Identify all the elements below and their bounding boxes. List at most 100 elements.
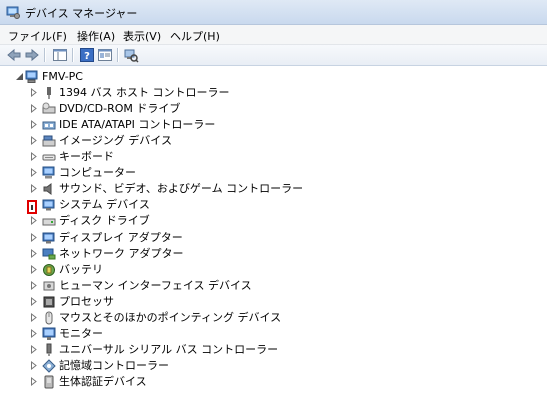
toolbar-separator [72,48,74,62]
expand-arrow-icon[interactable] [30,248,38,258]
back-arrow-icon[interactable] [6,47,22,63]
expand-arrow-icon[interactable] [30,344,38,354]
tree-node-label: サウンド、ビデオ、およびゲーム コントローラー [59,182,304,196]
tree-node-4[interactable]: イメージング デバイス [0,133,320,149]
tree-node-label: システム デバイス [59,198,150,212]
tree-node-6[interactable]: コンピューター [0,165,320,181]
tree-node-2[interactable]: DVD/CD-ROM ドライブ [0,101,320,117]
toolbar-separator [44,48,46,62]
tree-node-16[interactable]: モニター [0,326,320,342]
system-device-icon [42,198,56,212]
tree-node-label: IDE ATA/ATAPI コントローラー [59,118,216,132]
device-manager-window: デバイス マネージャー ファイル(F) 操作(A) 表示(V) ヘルプ(H) ? [0,0,547,400]
title-bar: デバイス マネージャー [0,0,547,25]
tree-node-label: ユニバーサル シリアル バス コントローラー [59,342,279,356]
expand-arrow-icon[interactable] [30,120,38,130]
tree-node-8[interactable]: システム デバイス [0,197,320,213]
battery-icon [42,263,56,277]
tree-node-9[interactable]: ディスク ドライブ [0,213,320,229]
firewire-icon [42,86,56,100]
tree-node-19[interactable]: 生体認証デバイス [0,374,320,390]
tree-node-label: プロセッサ [59,294,114,308]
tree-node-14[interactable]: プロセッサ [0,294,320,310]
tree-root-label: FMV-PC [42,70,83,83]
tree-node-label: 1394 バス ホスト コントローラー [59,86,230,99]
computer-icon [42,166,56,180]
scan-hardware-changes-icon[interactable] [123,47,139,63]
expand-arrow-icon[interactable] [30,296,38,306]
tree-node-5[interactable]: キーボード [0,149,320,165]
tree-node-label: バッテリ [59,262,103,276]
toolbar: ? [0,45,547,66]
tree-node-10[interactable]: ディスプレイ アダプター [0,230,320,246]
tree-node-label: DVD/CD-ROM ドライブ [59,102,181,115]
tree-node-15[interactable]: マウスとそのほかのポインティング デバイス [0,310,320,326]
tree-node-1[interactable]: 1394 バス ホスト コントローラー [0,85,320,101]
expand-arrow-icon[interactable] [30,184,38,194]
menu-help[interactable]: ヘルプ(H) [170,28,220,44]
usb-icon [42,343,56,357]
tree-node-label: キーボード [59,150,114,164]
hid-icon [42,279,56,293]
network-adapter-icon [42,247,56,261]
highlight-marker [27,200,37,214]
menu-view[interactable]: 表示(V) [123,28,161,44]
properties-icon[interactable] [97,47,113,63]
computer-icon [25,70,39,84]
speaker-icon [42,182,56,196]
help-icon[interactable]: ? [79,47,95,63]
tree-root-node[interactable]: FMV-PC [0,69,200,85]
tree-node-label: コンピューター [59,166,136,180]
collapse-arrow-icon[interactable] [16,72,24,81]
display-adapter-icon [42,231,56,245]
show-hide-console-tree-icon[interactable] [52,47,68,63]
expand-arrow-icon[interactable] [30,376,38,386]
menu-file[interactable]: ファイル(F) [8,28,67,44]
disk-drive-icon [42,214,56,228]
tree-node-3[interactable]: IDE ATA/ATAPI コントローラー [0,117,320,133]
mouse-icon [42,311,56,325]
svg-text:?: ? [84,51,90,62]
tree-node-7[interactable]: サウンド、ビデオ、およびゲーム コントローラー [0,181,320,197]
scanner-icon [42,134,56,148]
expand-arrow-icon[interactable] [30,264,38,274]
expand-arrow-icon[interactable] [30,232,38,242]
tree-node-11[interactable]: ネットワーク アダプター [0,246,320,262]
biometric-icon [42,375,56,389]
device-tree: FMV-PC 1394 バス ホスト コントローラー DVD/CD-ROM ドライ… [0,66,547,400]
tree-node-label: ディスプレイ アダプター [59,230,183,244]
expand-arrow-icon[interactable] [30,168,38,178]
storage-controller-icon [42,359,56,373]
ide-controller-icon [42,118,56,132]
tree-node-label: モニター [59,326,103,340]
tree-node-18[interactable]: 記憶域コントローラー [0,358,320,374]
expand-arrow-icon[interactable] [30,328,38,338]
expand-arrow-icon[interactable] [30,312,38,322]
device-manager-icon [6,5,20,19]
keyboard-icon [42,150,56,164]
menu-action[interactable]: 操作(A) [77,28,115,44]
processor-icon [42,295,56,309]
expand-arrow-icon[interactable] [30,136,38,146]
expand-arrow-icon[interactable] [30,216,38,226]
expand-arrow-icon[interactable] [30,152,38,162]
expand-arrow-icon[interactable] [30,280,38,290]
expand-arrow-icon[interactable] [30,104,38,113]
tree-node-12[interactable]: バッテリ [0,262,320,278]
menu-bar: ファイル(F) 操作(A) 表示(V) ヘルプ(H) [0,25,547,45]
tree-node-13[interactable]: ヒューマン インターフェイス デバイス [0,278,320,294]
tree-node-label: ネットワーク アダプター [59,246,184,260]
tree-node-label: マウスとそのほかのポインティング デバイス [59,310,282,324]
tree-node-label: 記憶域コントローラー [59,358,169,372]
window-title: デバイス マネージャー [25,7,138,20]
tree-node-17[interactable]: ユニバーサル シリアル バス コントローラー [0,342,320,358]
tree-node-label: ディスク ドライブ [59,214,150,228]
dvd-drive-icon [42,102,56,116]
toolbar-separator [117,48,119,62]
tree-node-label: イメージング デバイス [59,134,172,148]
forward-arrow-icon[interactable] [24,47,40,63]
expand-arrow-icon[interactable] [30,360,38,370]
tree-node-label: ヒューマン インターフェイス デバイス [59,278,252,292]
monitor-icon [42,327,56,341]
expand-arrow-icon[interactable] [30,88,38,97]
